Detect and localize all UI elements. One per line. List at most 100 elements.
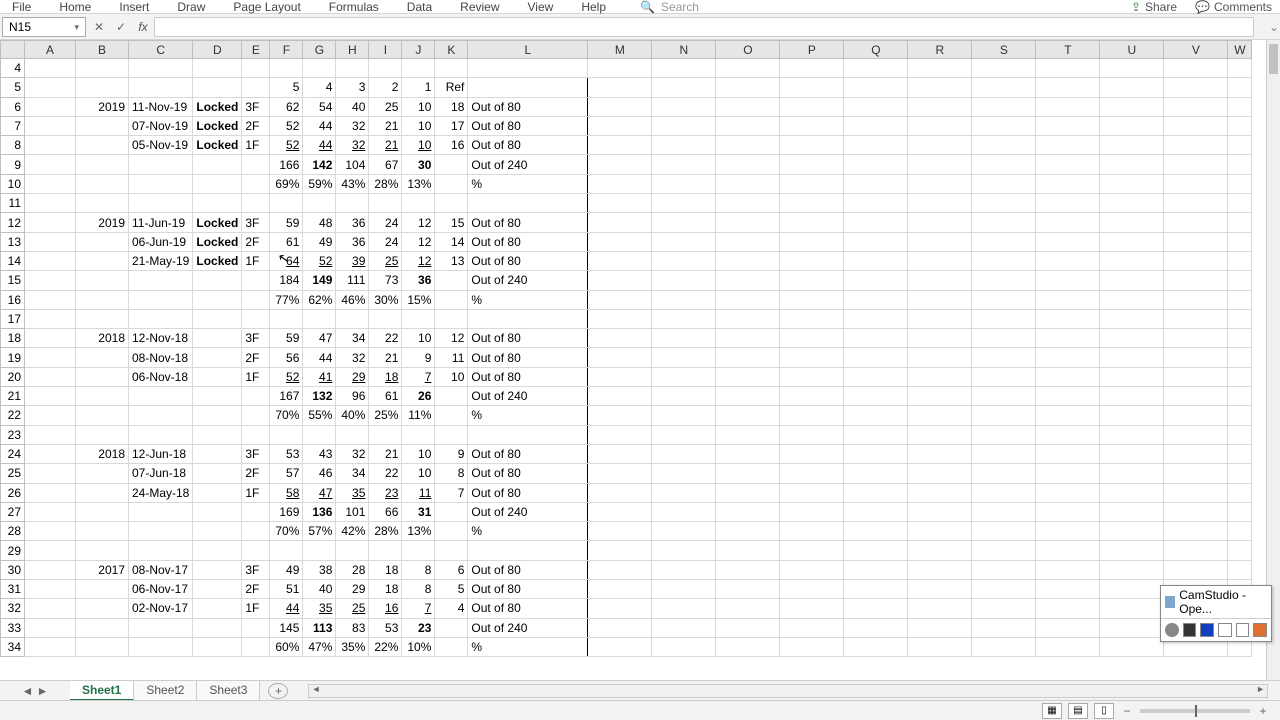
cell-F18[interactable]: 59 <box>270 329 303 348</box>
cell-U25[interactable] <box>1100 464 1164 483</box>
cell-G29[interactable] <box>303 541 336 560</box>
cell-W16[interactable] <box>1228 290 1252 309</box>
cell-U33[interactable] <box>1100 618 1164 637</box>
cell-V24[interactable] <box>1164 444 1228 463</box>
ribbon-tab-draw[interactable]: Draw <box>173 0 209 14</box>
cell-B24[interactable]: 2018 <box>76 444 129 463</box>
cell-C34[interactable] <box>129 637 193 656</box>
cell-U17[interactable] <box>1100 309 1164 328</box>
cell-P33[interactable] <box>780 618 844 637</box>
cell-R14[interactable] <box>908 251 972 270</box>
cell-R8[interactable] <box>908 136 972 155</box>
spreadsheet-grid[interactable]: ABCDEFGHIJKLMNOPQRSTUVW4554321Ref6201911… <box>0 40 1280 680</box>
cell-T25[interactable] <box>1036 464 1100 483</box>
cell-F8[interactable]: 52 <box>270 136 303 155</box>
cell-N10[interactable] <box>652 174 716 193</box>
cell-B33[interactable] <box>76 618 129 637</box>
cell-Q19[interactable] <box>844 348 908 367</box>
cell-Q31[interactable] <box>844 580 908 599</box>
cell-G17[interactable] <box>303 309 336 328</box>
cell-B21[interactable] <box>76 387 129 406</box>
cell-K29[interactable] <box>435 541 468 560</box>
cell-S11[interactable] <box>972 194 1036 213</box>
cell-F6[interactable]: 62 <box>270 97 303 116</box>
pause-button[interactable] <box>1183 623 1197 637</box>
cell-J31[interactable]: 8 <box>402 580 435 599</box>
cell-K20[interactable]: 10 <box>435 367 468 386</box>
cell-J13[interactable]: 12 <box>402 232 435 251</box>
cell-F16[interactable]: 77% <box>270 290 303 309</box>
cell-S16[interactable] <box>972 290 1036 309</box>
cell-H31[interactable]: 29 <box>336 580 369 599</box>
cell-B29[interactable] <box>76 541 129 560</box>
cell-N32[interactable] <box>652 599 716 618</box>
cell-W22[interactable] <box>1228 406 1252 425</box>
cell-D22[interactable] <box>193 406 242 425</box>
cell-F5[interactable]: 5 <box>270 78 303 97</box>
row-header-6[interactable]: 6 <box>1 97 25 116</box>
row-header-19[interactable]: 19 <box>1 348 25 367</box>
cell-G30[interactable]: 38 <box>303 560 336 579</box>
cell-C29[interactable] <box>129 541 193 560</box>
row-header-24[interactable]: 24 <box>1 444 25 463</box>
cell-K7[interactable]: 17 <box>435 116 468 135</box>
cell-G6[interactable]: 54 <box>303 97 336 116</box>
cell-J16[interactable]: 15% <box>402 290 435 309</box>
cell-O9[interactable] <box>716 155 780 174</box>
formula-expand-icon[interactable]: ⌄ <box>1268 20 1280 34</box>
row-header-32[interactable]: 32 <box>1 599 25 618</box>
cell-I15[interactable]: 73 <box>369 271 402 290</box>
cell-G8[interactable]: 44 <box>303 136 336 155</box>
cell-W15[interactable] <box>1228 271 1252 290</box>
cell-G5[interactable]: 4 <box>303 78 336 97</box>
cell-N19[interactable] <box>652 348 716 367</box>
cell-O16[interactable] <box>716 290 780 309</box>
cell-D6[interactable]: Locked <box>193 97 242 116</box>
cell-C11[interactable] <box>129 194 193 213</box>
cell-P22[interactable] <box>780 406 844 425</box>
ribbon-tab-insert[interactable]: Insert <box>115 0 153 14</box>
cell-H20[interactable]: 29 <box>336 367 369 386</box>
cell-M27[interactable] <box>588 502 652 521</box>
cell-D11[interactable] <box>193 194 242 213</box>
cell-K18[interactable]: 12 <box>435 329 468 348</box>
cell-W12[interactable] <box>1228 213 1252 232</box>
cell-M15[interactable] <box>588 271 652 290</box>
cell-G15[interactable]: 149 <box>303 271 336 290</box>
cell-T20[interactable] <box>1036 367 1100 386</box>
cell-S8[interactable] <box>972 136 1036 155</box>
cell-G28[interactable]: 57% <box>303 522 336 541</box>
cell-V17[interactable] <box>1164 309 1228 328</box>
cell-M7[interactable] <box>588 116 652 135</box>
horizontal-scrollbar[interactable] <box>308 684 1268 698</box>
cell-W25[interactable] <box>1228 464 1252 483</box>
cell-V4[interactable] <box>1164 59 1228 78</box>
cell-O31[interactable] <box>716 580 780 599</box>
ribbon-tab-help[interactable]: Help <box>577 0 610 14</box>
cell-E5[interactable] <box>242 78 270 97</box>
cell-S17[interactable] <box>972 309 1036 328</box>
cell-U10[interactable] <box>1100 174 1164 193</box>
cell-M34[interactable] <box>588 637 652 656</box>
cell-K8[interactable]: 16 <box>435 136 468 155</box>
cell-V11[interactable] <box>1164 194 1228 213</box>
cell-S32[interactable] <box>972 599 1036 618</box>
cell-I29[interactable] <box>369 541 402 560</box>
zoom-in-button[interactable]: + <box>1256 704 1270 718</box>
row-header-26[interactable]: 26 <box>1 483 25 502</box>
cell-J24[interactable]: 10 <box>402 444 435 463</box>
cell-E15[interactable] <box>242 271 270 290</box>
cell-K12[interactable]: 15 <box>435 213 468 232</box>
cell-J23[interactable] <box>402 425 435 444</box>
cell-W6[interactable] <box>1228 97 1252 116</box>
cell-L10[interactable]: % <box>468 174 588 193</box>
cell-A9[interactable] <box>25 155 76 174</box>
cell-S23[interactable] <box>972 425 1036 444</box>
cell-V12[interactable] <box>1164 213 1228 232</box>
cell-Q24[interactable] <box>844 444 908 463</box>
sheet-tab-sheet2[interactable]: Sheet2 <box>134 681 197 701</box>
cell-P5[interactable] <box>780 78 844 97</box>
col-header-C[interactable]: C <box>129 41 193 59</box>
cell-J27[interactable]: 31 <box>402 502 435 521</box>
cell-J7[interactable]: 10 <box>402 116 435 135</box>
